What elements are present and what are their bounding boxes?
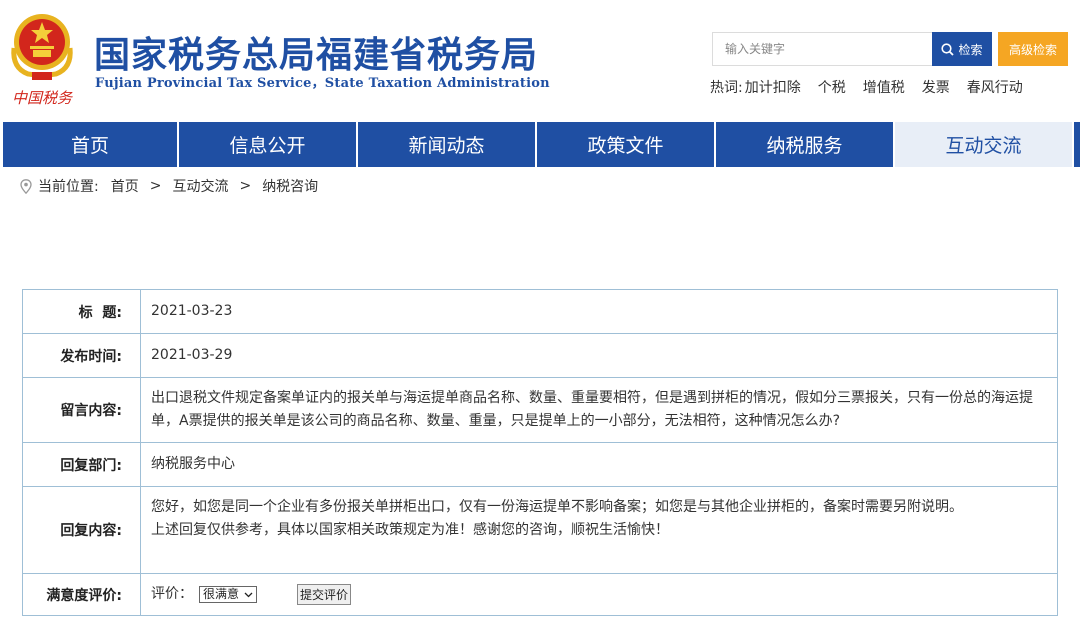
rating-select[interactable]: 很满意	[199, 586, 257, 603]
breadcrumb-interaction[interactable]: 互动交流	[172, 176, 228, 196]
satisfaction-label: 满意度评价:	[22, 573, 141, 616]
reply-line: 上述回复仅供参考，具体以国家相关政策规定为准！感谢您的咨询，顺祝生活愉快！	[151, 522, 669, 538]
rating-selected-value: 很满意	[203, 587, 240, 601]
hot-words: 热词: 加计扣除 个税 增值税 发票 春风行动	[710, 77, 1040, 97]
site-header: 中国税务 国家税务总局福建省税务局 Fujian Provincial Tax …	[0, 0, 1080, 122]
nav-item-policy[interactable]: 政策文件	[537, 122, 716, 167]
hot-word-link[interactable]: 个税	[818, 77, 846, 97]
search-icon	[941, 42, 955, 56]
search-button[interactable]: 检索	[932, 32, 992, 66]
breadcrumb-label: 当前位置:	[38, 179, 99, 195]
message-content: 出口退税文件规定备案单证内的报关单与海运提单商品名称、数量、重量要相符，但是遇到…	[140, 377, 1058, 443]
hot-word-link[interactable]: 发票	[922, 77, 950, 97]
publish-time-label: 发布时间:	[22, 333, 141, 378]
reply-dept-value: 纳税服务中心	[140, 442, 1058, 487]
chevron-down-icon	[244, 592, 253, 597]
emblem-caption: 中国税务	[12, 89, 74, 107]
message-label: 留言内容:	[22, 377, 141, 443]
breadcrumb-separator: >	[239, 178, 252, 194]
breadcrumb-tax-consult[interactable]: 纳税咨询	[262, 176, 318, 196]
table-row: 回复部门: 纳税服务中心	[22, 442, 1058, 487]
satisfaction-cell: 评价： 很满意 提交评价	[140, 573, 1058, 616]
table-row: 回复内容: 您好，如您是同一个企业有多份报关单拼柜出口，仅有一份海运提单不影响备…	[22, 486, 1058, 574]
rating-prefix: 评价：	[151, 586, 193, 602]
title-value: 2021-03-23	[140, 289, 1058, 334]
hot-word-link[interactable]: 春风行动	[967, 77, 1023, 97]
national-emblem-icon: 中国税务	[11, 14, 74, 107]
table-row: 标 题: 2021-03-23	[22, 289, 1058, 334]
table-row: 满意度评价: 评价： 很满意 提交评价	[22, 573, 1058, 616]
nav-item-interaction[interactable]: 互动交流	[895, 122, 1074, 167]
reply-content: 您好，如您是同一个企业有多份报关单拼柜出口，仅有一份海运提单不影响备案；如您是与…	[140, 486, 1058, 574]
reply-dept-label: 回复部门:	[22, 442, 141, 487]
main-nav: 首页 信息公开 新闻动态 政策文件 纳税服务 互动交流	[0, 122, 1080, 167]
reply-line: 您好，如您是同一个企业有多份报关单拼柜出口，仅有一份海运提单不影响备案；如您是与…	[151, 499, 963, 515]
nav-item-home[interactable]: 首页	[0, 122, 179, 167]
nav-item-tax-service[interactable]: 纳税服务	[716, 122, 895, 167]
site-title: 国家税务总局福建省税务局	[94, 35, 539, 76]
hot-words-label: 热词:	[710, 80, 743, 96]
search-button-label: 检索	[958, 42, 983, 57]
nav-filler	[1074, 122, 1080, 167]
hot-word-link[interactable]: 加计扣除	[745, 77, 801, 97]
breadcrumb: 当前位置: 首页 > 互动交流 > 纳税咨询	[20, 176, 318, 196]
publish-time-value: 2021-03-29	[140, 333, 1058, 378]
table-row: 发布时间: 2021-03-29	[22, 333, 1058, 378]
nav-item-news[interactable]: 新闻动态	[358, 122, 537, 167]
table-row: 留言内容: 出口退税文件规定备案单证内的报关单与海运提单商品名称、数量、重量要相…	[22, 377, 1058, 443]
location-pin-icon	[20, 178, 32, 194]
advanced-search-button[interactable]: 高级检索	[998, 32, 1068, 66]
title-label: 标 题:	[22, 289, 141, 334]
site-subtitle: Fujian Provincial Tax Service，State Taxa…	[95, 76, 550, 91]
breadcrumb-separator: >	[149, 178, 162, 194]
submit-rating-button[interactable]: 提交评价	[297, 584, 352, 605]
reply-content-label: 回复内容:	[22, 486, 141, 574]
search-input[interactable]	[712, 32, 932, 66]
consultation-detail-table: 标 题: 2021-03-23 发布时间: 2021-03-29 留言内容: 出…	[22, 289, 1058, 616]
nav-item-info-disclosure[interactable]: 信息公开	[179, 122, 358, 167]
breadcrumb-home[interactable]: 首页	[111, 176, 139, 196]
hot-word-link[interactable]: 增值税	[863, 77, 905, 97]
